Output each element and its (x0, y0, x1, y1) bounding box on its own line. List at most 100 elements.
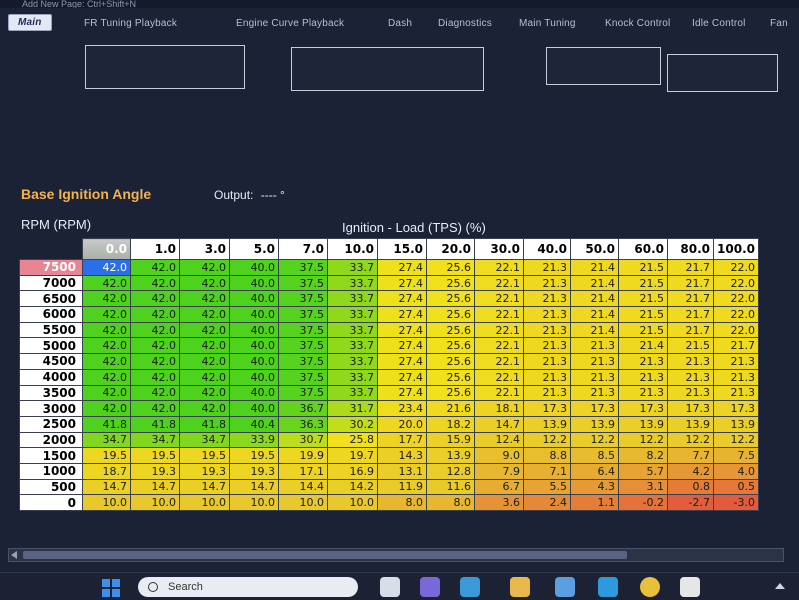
load-column-header[interactable]: 5.0 (229, 238, 279, 260)
map-cell[interactable]: 33.7 (327, 259, 378, 276)
map-cell[interactable]: 19.5 (179, 447, 230, 464)
map-cell[interactable]: 27.4 (377, 290, 427, 308)
map-cell[interactable]: 21.3 (618, 368, 668, 386)
map-cell[interactable]: 42.0 (179, 337, 230, 355)
load-column-header[interactable]: 80.0 (667, 238, 714, 260)
map-cell[interactable]: 42.0 (130, 368, 180, 386)
map-cell[interactable]: 42.0 (179, 368, 230, 386)
map-cell[interactable]: 40.0 (229, 259, 279, 276)
rpm-row-header[interactable]: 3000 (19, 400, 83, 417)
map-cell[interactable]: 7.9 (474, 462, 524, 480)
map-cell[interactable]: 4.3 (570, 478, 619, 496)
map-cell[interactable]: 12.2 (618, 431, 668, 449)
map-cell[interactable]: 42.0 (82, 368, 131, 386)
map-cell[interactable]: 22.0 (713, 321, 759, 339)
map-cell[interactable]: 21.3 (523, 274, 571, 292)
map-cell[interactable]: 22.0 (713, 274, 759, 292)
map-cell[interactable]: 21.5 (667, 337, 714, 355)
rpm-row-header[interactable]: 4500 (19, 353, 83, 370)
map-cell[interactable]: 21.3 (523, 384, 571, 402)
map-cell[interactable]: 27.4 (377, 274, 427, 292)
map-cell[interactable]: 22.0 (713, 306, 759, 323)
rpm-row-header[interactable]: 6500 (19, 290, 83, 308)
map-cell[interactable]: 21.4 (570, 259, 619, 276)
map-cell[interactable]: 7.7 (667, 447, 714, 464)
edge-icon[interactable] (598, 577, 618, 597)
map-cell[interactable]: 19.5 (82, 447, 131, 464)
map-cell[interactable]: 25.6 (426, 306, 475, 323)
map-cell[interactable]: 37.5 (278, 337, 328, 355)
map-cell[interactable]: 42.0 (130, 290, 180, 308)
load-column-header[interactable]: 0.0 (82, 238, 131, 260)
map-cell[interactable]: 21.3 (523, 290, 571, 308)
tuning-app-icon[interactable] (680, 577, 700, 597)
map-cell[interactable]: 21.3 (570, 384, 619, 402)
map-cell[interactable]: 17.3 (667, 400, 714, 417)
rpm-row-header[interactable]: 5000 (19, 337, 83, 355)
map-cell[interactable]: 12.2 (713, 431, 759, 449)
map-cell[interactable]: 11.6 (426, 478, 475, 496)
map-cell[interactable]: 34.7 (82, 431, 131, 449)
map-cell[interactable]: 42.0 (82, 274, 131, 292)
map-cell[interactable]: 21.4 (618, 337, 668, 355)
rpm-row-header[interactable]: 7500 (19, 259, 83, 276)
map-cell[interactable]: 17.3 (523, 400, 571, 417)
tab-engine-curve-playback[interactable]: Engine Curve Playback (236, 18, 344, 29)
map-cell[interactable]: 21.6 (426, 400, 475, 417)
map-cell[interactable]: 21.3 (667, 384, 714, 402)
map-cell[interactable]: 21.7 (667, 274, 714, 292)
map-cell[interactable]: 25.6 (426, 337, 475, 355)
load-column-header[interactable]: 15.0 (377, 238, 427, 260)
map-cell[interactable]: 14.4 (278, 478, 328, 496)
rpm-row-header[interactable]: 1000 (19, 462, 83, 480)
map-cell[interactable]: 5.5 (523, 478, 571, 496)
map-cell[interactable]: 6.4 (570, 462, 619, 480)
windows-start-icon[interactable] (102, 579, 120, 597)
map-cell[interactable]: 21.3 (667, 353, 714, 370)
rpm-row-header[interactable]: 500 (19, 478, 83, 496)
map-cell[interactable]: 42.0 (82, 321, 131, 339)
tab-knock-control[interactable]: Knock Control (605, 18, 670, 29)
map-cell[interactable]: 14.3 (377, 447, 427, 464)
map-cell[interactable]: 30.7 (278, 431, 328, 449)
map-cell[interactable]: 17.7 (377, 431, 427, 449)
taskbar-search-box[interactable]: Search (138, 577, 358, 597)
load-column-header[interactable]: 100.0 (713, 238, 759, 260)
map-cell[interactable]: 37.5 (278, 306, 328, 323)
map-cell[interactable]: 12.8 (426, 462, 475, 480)
map-cell[interactable]: 17.3 (713, 400, 759, 417)
map-cell[interactable]: 21.3 (523, 337, 571, 355)
map-cell[interactable]: 4.0 (713, 462, 759, 480)
load-column-header[interactable]: 1.0 (130, 238, 180, 260)
map-cell[interactable]: 13.9 (523, 415, 571, 433)
map-cell[interactable]: 10.0 (327, 494, 378, 511)
map-cell[interactable]: 2.4 (523, 494, 571, 511)
map-cell[interactable]: 33.7 (327, 306, 378, 323)
tab-main-tuning[interactable]: Main Tuning (519, 18, 576, 29)
map-cell[interactable]: 37.5 (278, 321, 328, 339)
map-cell[interactable]: 13.9 (713, 415, 759, 433)
map-cell[interactable]: 8.5 (570, 447, 619, 464)
map-cell[interactable]: 22.1 (474, 384, 524, 402)
map-cell[interactable]: 34.7 (130, 431, 180, 449)
map-cell[interactable]: 14.7 (130, 478, 180, 496)
map-cell[interactable]: 40.0 (229, 290, 279, 308)
map-cell[interactable]: 10.0 (82, 494, 131, 511)
map-cell[interactable]: 40.0 (229, 353, 279, 370)
map-cell[interactable]: 40.0 (229, 321, 279, 339)
load-column-header[interactable]: 50.0 (570, 238, 619, 260)
map-cell[interactable]: 22.1 (474, 337, 524, 355)
map-cell[interactable]: 40.0 (229, 274, 279, 292)
rpm-row-header[interactable]: 3500 (19, 384, 83, 402)
map-cell[interactable]: 22.1 (474, 353, 524, 370)
map-cell[interactable]: 21.3 (570, 337, 619, 355)
map-cell[interactable]: 17.3 (618, 400, 668, 417)
map-cell[interactable]: 21.7 (667, 321, 714, 339)
map-cell[interactable]: 17.1 (278, 462, 328, 480)
map-cell[interactable]: 0.8 (667, 478, 714, 496)
map-cell[interactable]: 42.0 (82, 290, 131, 308)
map-cell[interactable]: 33.7 (327, 337, 378, 355)
map-cell[interactable]: 27.4 (377, 384, 427, 402)
map-cell[interactable]: 10.0 (229, 494, 279, 511)
load-column-header[interactable]: 20.0 (426, 238, 475, 260)
